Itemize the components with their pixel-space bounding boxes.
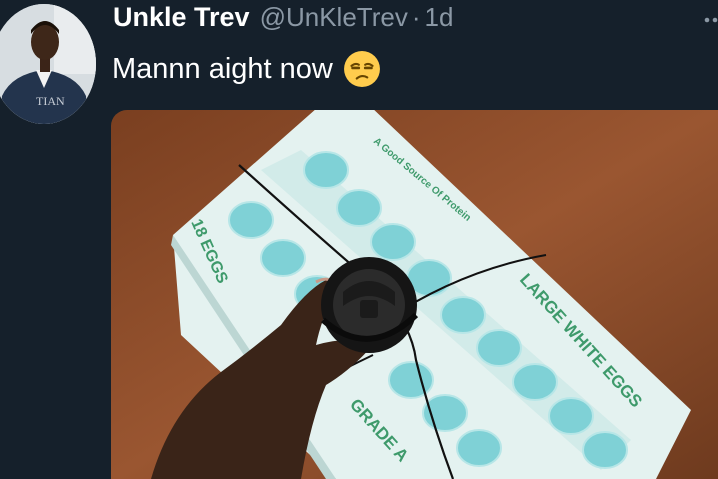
more-options-icon[interactable] <box>703 6 718 34</box>
avatar[interactable]: TIAN <box>0 4 96 124</box>
avatar-photo: TIAN <box>0 4 96 124</box>
timestamp[interactable]: 1d <box>425 2 454 33</box>
tweet-header: Unkle Trev @UnKleTrev · 1d <box>113 2 453 42</box>
unamused-face-icon <box>343 51 380 87</box>
tweet-text: Mannn aight now <box>112 50 381 88</box>
tweet-media-image[interactable]: A Good Source Of Protein 18 EGGS LARGE W… <box>111 110 718 479</box>
tweet[interactable]: TIAN Unkle Trev @UnKleTrev · 1d Mannn ai… <box>0 0 718 479</box>
avatar-shirt-text: TIAN <box>36 94 65 108</box>
separator-dot: · <box>411 2 421 32</box>
display-name[interactable]: Unkle Trev <box>113 2 250 33</box>
user-handle[interactable]: @UnKleTrev <box>260 2 408 33</box>
tweet-text-content: Mannn aight now <box>112 52 333 85</box>
